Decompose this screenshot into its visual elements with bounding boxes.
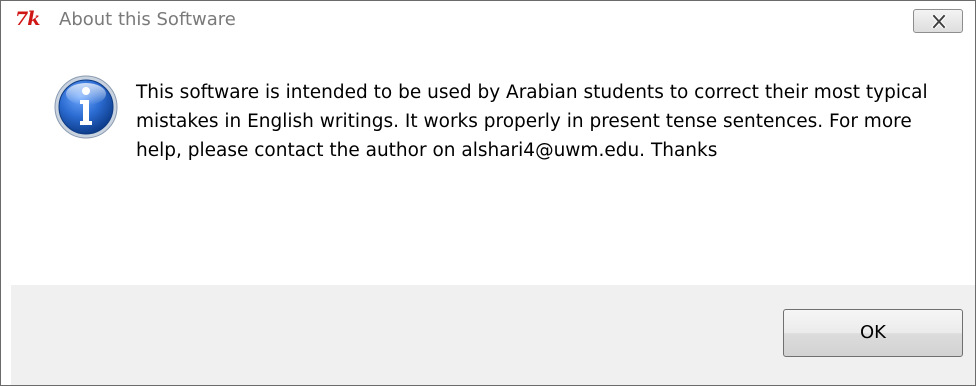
dialog-message: This software is intended to be used by … — [136, 82, 928, 161]
ok-button[interactable]: OK — [783, 309, 963, 357]
dialog-button-bar: OK — [11, 285, 975, 385]
window-left-border — [1, 37, 11, 385]
close-x-icon — [931, 15, 947, 28]
info-icon — [54, 75, 118, 139]
close-button[interactable] — [913, 9, 963, 33]
about-dialog-window: 7k About this Software This software is … — [0, 0, 976, 386]
tk-feather-icon: 7k — [15, 8, 40, 30]
title-bar[interactable]: 7k About this Software — [1, 1, 975, 37]
window-title: About this Software — [59, 9, 236, 30]
